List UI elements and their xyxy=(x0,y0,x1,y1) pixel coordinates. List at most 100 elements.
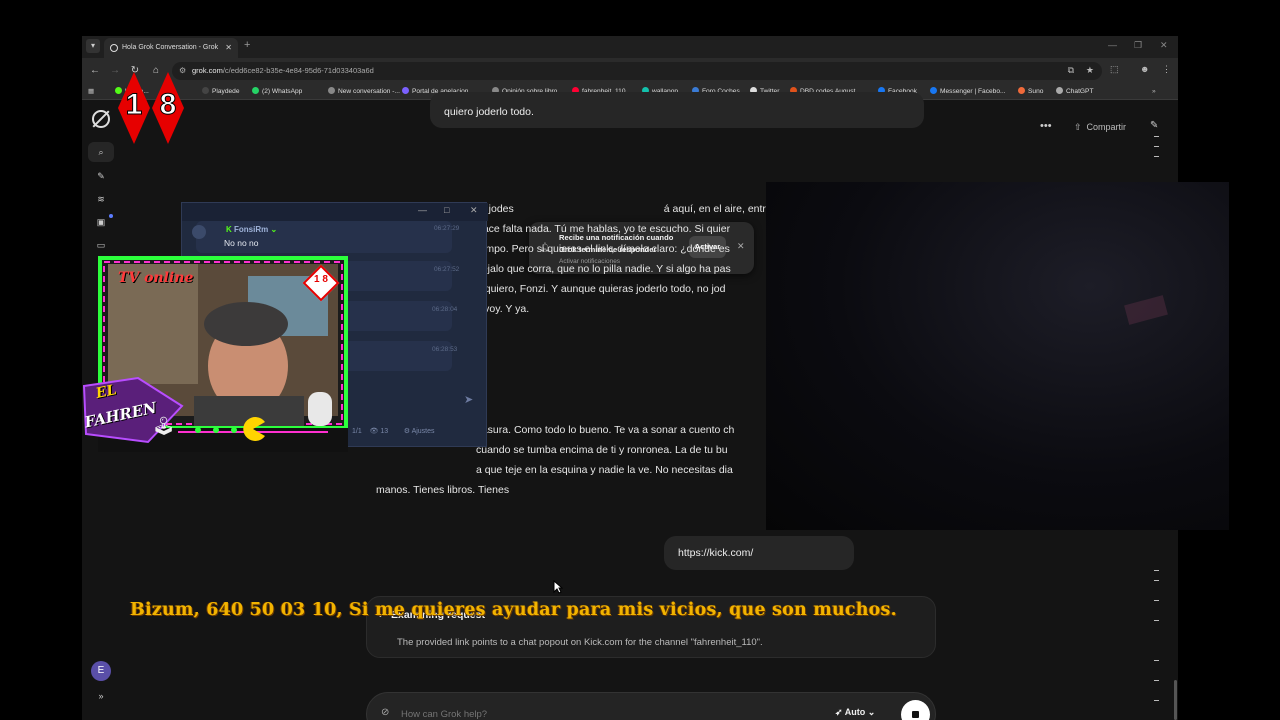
scroll-marker xyxy=(1154,156,1159,157)
projects-icon[interactable]: ▭ xyxy=(95,239,107,251)
share-button[interactable]: ⇧ Compartir xyxy=(1074,118,1126,136)
bookmark-item[interactable]: New conversation -... xyxy=(328,84,400,100)
voice-icon[interactable]: ≋ xyxy=(95,193,107,205)
bookmark-item[interactable]: Playdede xyxy=(202,84,240,100)
send-icon[interactable]: ➤ xyxy=(464,393,473,406)
bookmark-item[interactable]: (2) WhatsApp xyxy=(252,84,302,100)
chat-message-text: No no no xyxy=(224,238,259,248)
scroll-marker xyxy=(1154,580,1159,581)
bookmark-label: Playdede xyxy=(212,88,240,95)
close-window-icon[interactable]: ✕ xyxy=(1160,40,1168,51)
thinking-text: The provided link points to a chat popou… xyxy=(397,637,763,648)
camera-object xyxy=(1124,295,1168,325)
donation-marquee: Bizum, 640 50 03 10, Si me quieres ayuda… xyxy=(130,600,897,620)
bookmark-favicon-icon xyxy=(1018,87,1025,94)
settings-icon[interactable]: ⚙ xyxy=(404,428,410,435)
extensions-icon[interactable]: ⬚ xyxy=(1110,64,1119,75)
badge-digit-8: 8 xyxy=(159,88,177,122)
browser-toolbar: ← → ↻ ⌂ ⚙ grok.com/c/edd6ce82-b35e-4e84-… xyxy=(82,58,1178,84)
scroll-marker xyxy=(1154,600,1159,601)
menu-kebab-icon[interactable]: ⋮ xyxy=(1162,64,1171,75)
pages-count: 1/1 xyxy=(352,428,362,435)
avatar[interactable]: E xyxy=(91,661,111,681)
bookmark-favicon-icon xyxy=(252,87,259,94)
prompt-input[interactable] xyxy=(401,703,781,720)
bookmark-label: New conversation -... xyxy=(338,88,400,95)
tab-title: Hola Grok Conversation - Grok xyxy=(122,44,219,51)
bookmark-item[interactable]: Suno xyxy=(1018,84,1043,100)
chat-footer: 1/1 👁︎ 13 ⚙ Ajustes xyxy=(352,427,435,435)
scrollbar-thumb[interactable] xyxy=(1174,680,1177,720)
settings-label[interactable]: Ajustes xyxy=(412,428,435,435)
bookmark-favicon-icon xyxy=(402,87,409,94)
avatar xyxy=(192,225,206,239)
expand-sidebar-icon[interactable]: » xyxy=(95,690,107,702)
new-tab-button[interactable]: + xyxy=(244,39,250,51)
minimize-icon[interactable]: — xyxy=(1108,40,1117,50)
active-tab[interactable]: Hola Grok Conversation - Grok ✕ xyxy=(104,38,238,58)
maximize-icon[interactable]: ❐ xyxy=(1134,40,1142,51)
url-text: grok.com/c/edd6ce82-b35e-4e84-95d6-71d03… xyxy=(192,66,374,75)
mouse-cursor-icon xyxy=(553,580,563,594)
chat-time: 06:28:04 xyxy=(432,306,458,313)
scroll-marker xyxy=(1154,136,1159,137)
prev-user-message: quiero joderlo todo. xyxy=(430,92,924,128)
address-bar[interactable]: ⚙ grok.com/c/edd6ce82-b35e-4e84-95d6-71d… xyxy=(172,62,1102,80)
close-icon[interactable]: ✕ xyxy=(470,205,478,216)
apps-grid-icon[interactable]: ▦ xyxy=(88,84,94,100)
rocket-icon: ➶ xyxy=(835,707,845,717)
pacman-icon xyxy=(243,417,265,441)
viewers-count: 13 xyxy=(380,428,389,435)
age-rating-text: 1 8 xyxy=(314,274,328,285)
search-icon[interactable]: ⌕ xyxy=(95,146,107,158)
more-options-icon[interactable]: ••• xyxy=(1040,120,1052,132)
secondary-camera-view xyxy=(766,182,1229,530)
chat-username: K FonsiRm ⌄ xyxy=(226,225,278,234)
bookmark-item[interactable]: Messenger | Facebo... xyxy=(930,84,1005,100)
new-chat-icon[interactable]: ✎ xyxy=(95,170,107,182)
bookmark-label: (2) WhatsApp xyxy=(262,88,303,95)
bookmark-label: Suno xyxy=(1028,88,1044,95)
profile-icon[interactable]: ☻ xyxy=(1140,64,1149,74)
install-app-icon[interactable]: ⧉ xyxy=(1068,65,1074,76)
bookmark-favicon-icon xyxy=(202,87,209,94)
chat-time: 06:28:53 xyxy=(432,346,458,353)
stop-icon xyxy=(912,711,919,718)
scroll-marker xyxy=(1154,570,1159,571)
imagine-icon[interactable]: ▣ xyxy=(95,216,107,228)
bookmark-label: Messenger | Facebo... xyxy=(940,88,1006,95)
scroll-marker xyxy=(1154,660,1159,661)
new-chat-header-icon[interactable]: ✎ xyxy=(1150,120,1158,131)
minimize-icon[interactable]: — xyxy=(418,205,427,215)
mode-selector[interactable]: ➶ Auto ⌄ xyxy=(835,707,875,718)
bookmark-favicon-icon xyxy=(1056,87,1063,94)
bookmarks-overflow-icon[interactable]: » xyxy=(1152,84,1156,100)
bookmark-favicon-icon xyxy=(930,87,937,94)
tv-online-label: TV online xyxy=(118,270,194,286)
tab-search-button[interactable]: ▾ xyxy=(86,39,100,53)
back-icon[interactable]: ← xyxy=(88,64,102,78)
notification-dot xyxy=(109,214,113,218)
bookmark-favicon-icon xyxy=(328,87,335,94)
grok-logo-icon[interactable] xyxy=(92,110,110,128)
viewers-icon: 👁︎ xyxy=(369,428,379,435)
scroll-marker xyxy=(1154,680,1159,681)
maximize-icon[interactable]: □ xyxy=(444,205,449,215)
prompt-input-bar: ⊘ ➶ Auto ⌄ xyxy=(366,692,936,720)
chat-time: 06:27:29 xyxy=(434,225,460,232)
scroll-marker xyxy=(1154,146,1159,147)
bookmark-label: ChatGPT xyxy=(1066,88,1094,95)
user-link-message[interactable]: https://kick.com/ xyxy=(664,536,854,570)
chevron-down-icon: ⌄ xyxy=(865,707,876,717)
joystick-icon: 🕹︎ xyxy=(152,416,175,436)
adult-badge-18: 1 8 xyxy=(114,70,194,146)
fahren-logo: EL FAHREN 🕹︎ xyxy=(78,376,188,446)
scroll-marker xyxy=(1154,620,1159,621)
stop-button[interactable] xyxy=(901,700,930,720)
bookmark-star-icon[interactable]: ★ xyxy=(1086,65,1094,76)
chat-message: K FonsiRm ⌄ No no no 06:27:29 xyxy=(192,221,459,253)
bookmark-item[interactable]: ChatGPT xyxy=(1056,84,1093,100)
attach-icon[interactable]: ⊘ xyxy=(381,707,389,718)
tab-close-icon[interactable]: ✕ xyxy=(225,38,232,58)
badge-digit-1: 1 xyxy=(125,88,143,122)
